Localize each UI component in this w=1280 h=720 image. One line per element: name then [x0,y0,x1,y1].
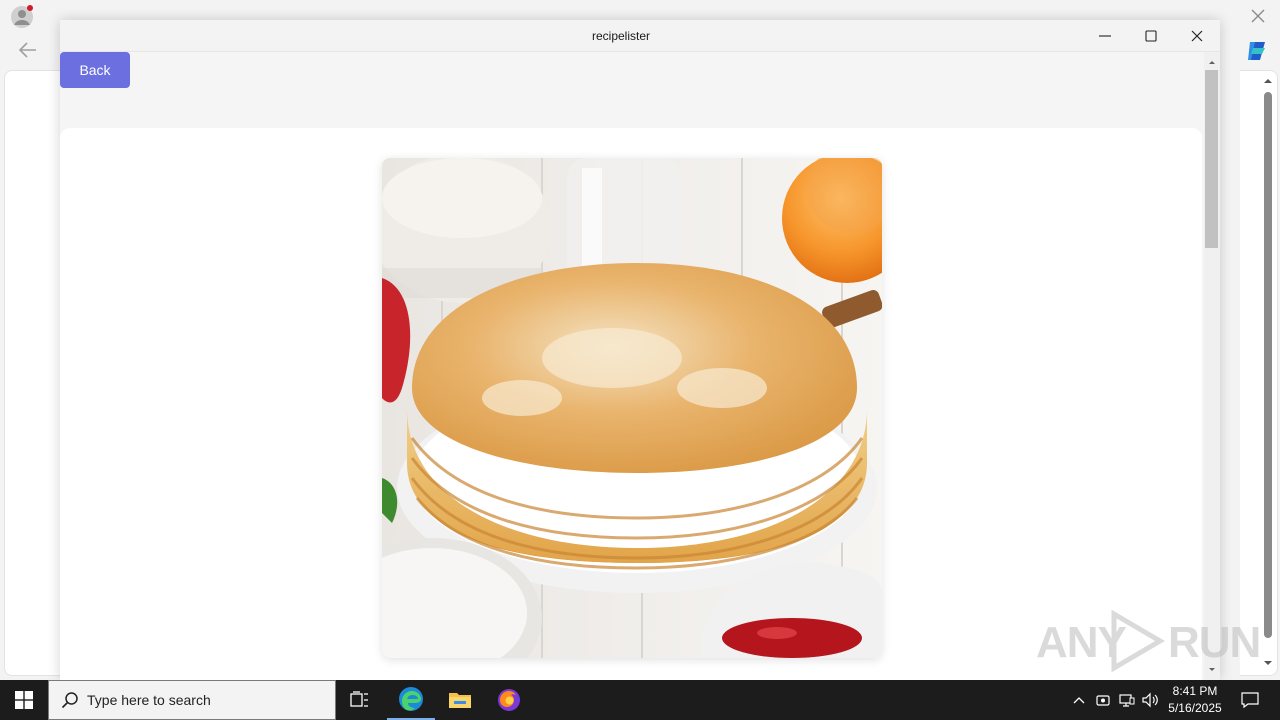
notification-center-button[interactable] [1230,680,1270,720]
close-button[interactable] [1174,20,1220,52]
task-view-button[interactable] [336,680,384,720]
recipe-image [382,158,882,658]
minimize-icon [1099,35,1111,37]
tray-volume-button[interactable] [1140,680,1162,720]
chevron-up-icon [1073,697,1085,704]
tray-meet-button[interactable] [1092,680,1114,720]
tray-network-button[interactable] [1116,680,1138,720]
profile-avatar-icon[interactable] [10,5,34,29]
edge-taskbar-button[interactable] [387,680,435,720]
browser-page-left [4,70,60,676]
recipe-card [60,128,1202,680]
clock-time: 8:41 PM [1172,684,1218,698]
back-button[interactable]: Back [60,52,130,88]
meet-now-icon [1096,695,1110,706]
minimize-button[interactable] [1082,20,1128,52]
watermark-play-icon [1111,610,1165,672]
windows-logo-icon [15,691,33,709]
scroll-up-icon[interactable] [1208,58,1216,66]
app-content: Back [60,52,1204,680]
task-view-icon [350,691,368,707]
crepes-photo-illustration [382,158,882,658]
taskbar-search-box[interactable]: Type here to search [48,680,336,720]
watermark-text-right: RUN [1168,618,1261,667]
search-placeholder: Type here to search [87,692,211,708]
browser-back-arrow-icon[interactable] [16,38,40,62]
browser-scrollbar-thumb[interactable] [1264,92,1272,638]
window-title: recipelister [591,29,651,43]
folder-icon [449,693,471,708]
notification-icon [1241,692,1259,709]
browser-scroll-down-icon[interactable] [1263,658,1273,668]
volume-icon [1142,692,1158,708]
taskbar-clock[interactable]: 8:41 PM 5/16/2025 [1162,680,1228,720]
copilot-icon[interactable] [1244,38,1270,64]
title-bar[interactable]: recipelister [60,20,1220,52]
maximize-button[interactable] [1128,20,1174,52]
anyrun-watermark: ANY RUN [1036,608,1261,674]
browser-page-right [1240,70,1278,676]
edge-icon [399,687,423,711]
firefox-taskbar-button[interactable] [485,680,533,720]
close-icon [1191,30,1203,42]
file-explorer-button[interactable] [436,680,484,720]
browser-scroll-up-icon[interactable] [1263,76,1273,86]
tray-overflow-button[interactable] [1068,680,1090,720]
browser-sidebar-close-icon[interactable] [1248,6,1268,26]
network-icon [1119,694,1135,707]
app-scrollbar[interactable] [1204,52,1220,680]
search-icon [61,692,78,709]
app-window: recipelister Back [60,20,1220,680]
scrollbar-thumb[interactable] [1205,70,1218,248]
clock-date: 5/16/2025 [1168,701,1222,715]
taskbar: Type here to search 8:41 PM 5/16/2025 [0,680,1280,720]
firefox-icon [498,689,520,711]
maximize-icon [1145,30,1157,42]
start-button[interactable] [0,680,48,720]
